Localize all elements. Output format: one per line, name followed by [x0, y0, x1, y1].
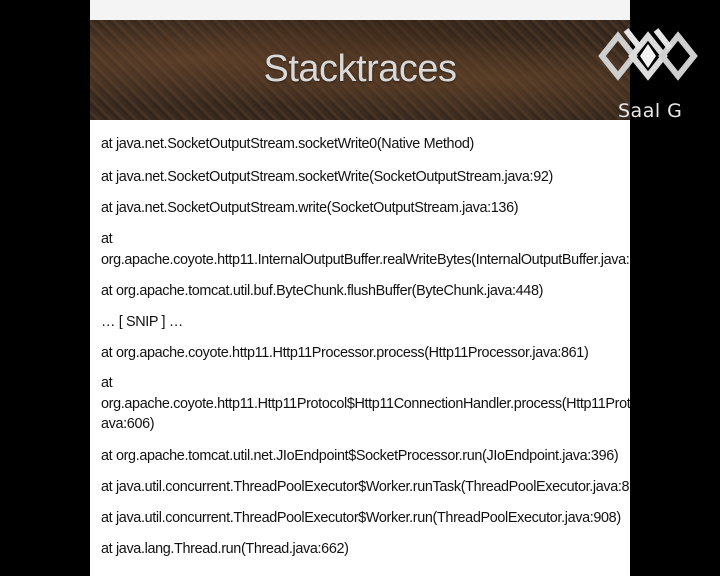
stacktrace-line: at java.util.concurrent.ThreadPoolExecut…	[101, 510, 621, 526]
stacktrace-line: at java.net.SocketOutputStream.socketWri…	[101, 169, 553, 185]
stacktrace-line: at java.net.SocketOutputStream.write(Soc…	[101, 200, 519, 216]
stacktrace-line: at java.lang.Thread.run(Thread.java:662)	[101, 541, 349, 557]
stacktrace-line: at java.util.concurrent.ThreadPoolExecut…	[101, 479, 630, 495]
stacktrace-snip: … [ SNIP ] …	[101, 314, 183, 330]
stacktrace-line: at org.apache.tomcat.util.net.JIoEndpoin…	[101, 448, 619, 464]
slide: Stacktraces at java.net.SocketOutputStre…	[90, 0, 630, 576]
stacktrace-line-part: org.apache.coyote.http11.InternalOutputB…	[101, 251, 630, 268]
stacktrace-line-wrapped: at org.apache.coyote.http11.InternalOutp…	[101, 229, 630, 270]
stacktrace-line-part: org.apache.coyote.http11.Http11Protocol$…	[101, 395, 630, 412]
slide-top-strip	[90, 0, 630, 20]
logo-text: Saal G	[618, 100, 683, 122]
stacktrace-line: at org.apache.coyote.http11.Http11Proces…	[101, 345, 589, 361]
slide-title: Stacktraces	[263, 48, 457, 90]
stacktrace-line-part: at	[101, 231, 113, 247]
stacktrace-line: at org.apache.tomcat.util.buf.ByteChunk.…	[101, 283, 544, 299]
stacktrace-line: at java.net.SocketOutputStream.socketWri…	[101, 136, 474, 152]
stacktrace-line-part: ava:606)	[101, 416, 155, 432]
title-banner: Stacktraces	[90, 20, 630, 120]
stacktrace-line-part: at	[101, 375, 113, 391]
stacktrace-line-wrapped: at org.apache.coyote.http11.Http11Protoc…	[101, 373, 630, 435]
